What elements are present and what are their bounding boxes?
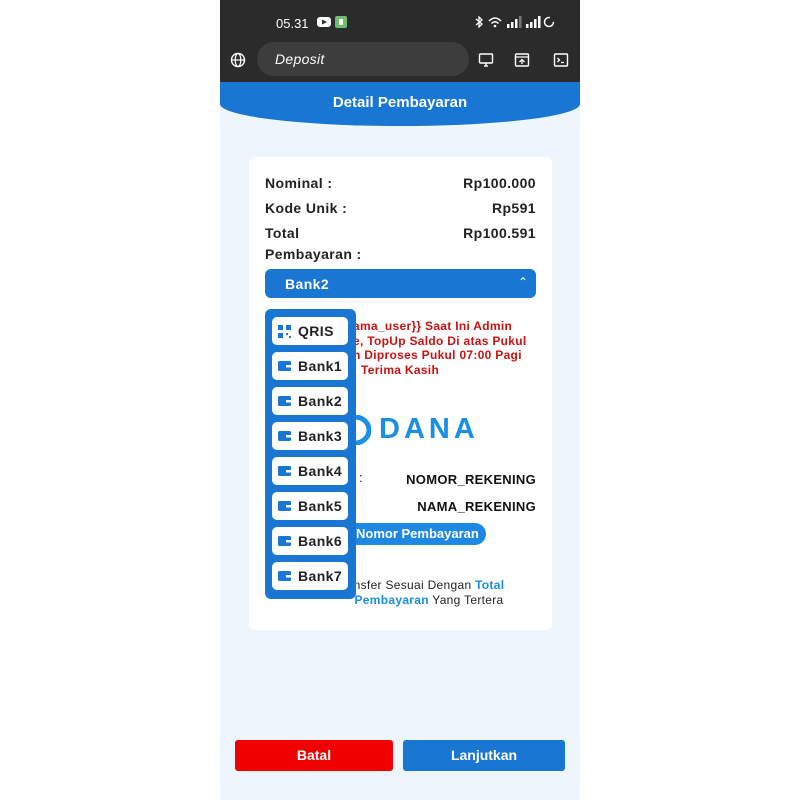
instruction-text: nsfer Sesuai Dengan <box>353 578 476 592</box>
dropdown-item-label: Bank1 <box>298 358 343 374</box>
notice-line: ama_user}} Saat Ini Admin <box>353 319 513 333</box>
selected-method: Bank2 <box>285 276 330 292</box>
url-title: Deposit <box>275 51 325 67</box>
continue-button[interactable]: Lanjutkan <box>403 740 565 771</box>
account-name: NAMA_REKENING <box>417 499 536 514</box>
url-bar[interactable]: Deposit <box>257 42 469 76</box>
cancel-button[interactable]: Batal <box>235 740 393 771</box>
copy-payment-number-button[interactable]: Nomor Pembayaran <box>349 523 486 545</box>
wallet-icon <box>278 466 291 476</box>
notice-line: n Diproses Pukul 07:00 Pagi <box>353 348 522 362</box>
dropdown-item-bank3[interactable]: Bank3 <box>272 422 348 450</box>
dropdown-item-bank6[interactable]: Bank6 <box>272 527 348 555</box>
dropdown-item-label: Bank7 <box>298 568 343 584</box>
notice-line: e, TopUp Saldo Di atas Pukul <box>353 333 527 348</box>
dropdown-item-bank7[interactable]: Bank7 <box>272 562 348 590</box>
wallet-icon <box>278 536 291 546</box>
instruction-text: Yang Tertera <box>428 592 504 607</box>
total-label-line1: Total <box>265 225 300 241</box>
dropdown-item-bank4[interactable]: Bank4 <box>272 457 348 485</box>
dropdown-item-bank5[interactable]: Bank5 <box>272 492 348 520</box>
qr-icon <box>278 325 291 338</box>
wallet-icon <box>278 361 291 371</box>
dropdown-item-label: Bank6 <box>298 533 343 549</box>
phone-screen: 05.31 Deposit Detail Pembayaran Nominal … <box>220 0 580 800</box>
youtube-icon <box>317 17 331 27</box>
dropdown-item-bank2[interactable]: Bank2 <box>272 387 348 415</box>
wallet-icon <box>278 396 291 406</box>
notice-line: Terima Kasih <box>361 362 440 377</box>
bluetooth-icon <box>475 16 483 28</box>
payment-method-dropdown: QRIS Bank1 Bank2 Bank3 Bank4 Bank5 Bank6 <box>265 309 356 599</box>
account-number: NOMOR_REKENING <box>406 472 536 487</box>
status-time: 05.31 <box>276 16 309 31</box>
terminal-icon[interactable] <box>551 50 571 70</box>
instruction-highlight: Total <box>475 578 505 592</box>
chevron-up-icon: ⌃ <box>517 275 528 289</box>
dropdown-item-bank1[interactable]: Bank1 <box>272 352 348 380</box>
dropdown-item-label: Bank3 <box>298 428 343 444</box>
kode-unik-value: Rp591 <box>491 200 536 216</box>
browser-toolbar: Deposit <box>220 38 580 82</box>
dropdown-item-label: Bank2 <box>298 393 343 409</box>
admin-notice: ama_user}} Saat Ini Admin e, TopUp Saldo… <box>353 319 548 377</box>
page-header: Detail Pembayaran <box>220 82 580 126</box>
dropdown-item-qris[interactable]: QRIS <box>272 317 348 345</box>
desktop-icon[interactable] <box>476 50 496 70</box>
page-title: Detail Pembayaran <box>332 94 468 111</box>
wallet-icon <box>278 501 291 511</box>
share-tab-icon[interactable] <box>512 50 532 70</box>
globe-icon[interactable] <box>228 50 248 70</box>
total-value: Rp100.591 <box>463 225 536 241</box>
nominal-label: Nominal : <box>265 175 333 191</box>
wallet-icon <box>278 571 291 581</box>
total-label-line2: Pembayaran : <box>265 246 362 262</box>
dropdown-item-label: QRIS <box>298 323 334 339</box>
account-colon: : <box>359 470 363 485</box>
dropdown-item-label: Bank5 <box>298 498 343 514</box>
battery-saver-icon <box>543 16 555 28</box>
wallet-icon <box>278 431 291 441</box>
signal-icon-2 <box>526 16 541 28</box>
kode-unik-label: Kode Unik : <box>265 200 348 216</box>
instruction-highlight: Pembayaran <box>354 592 429 607</box>
signal-icon <box>507 16 522 28</box>
dana-logo-text: DANA <box>379 413 479 445</box>
app-notification-icon <box>335 16 347 28</box>
wifi-icon <box>488 17 502 28</box>
nominal-value: Rp100.000 <box>463 175 536 191</box>
dropdown-item-label: Bank4 <box>298 463 343 479</box>
copy-button-label: Nomor Pembayaran <box>356 526 479 541</box>
payment-method-select[interactable]: Bank2 ⌃ <box>265 269 536 298</box>
